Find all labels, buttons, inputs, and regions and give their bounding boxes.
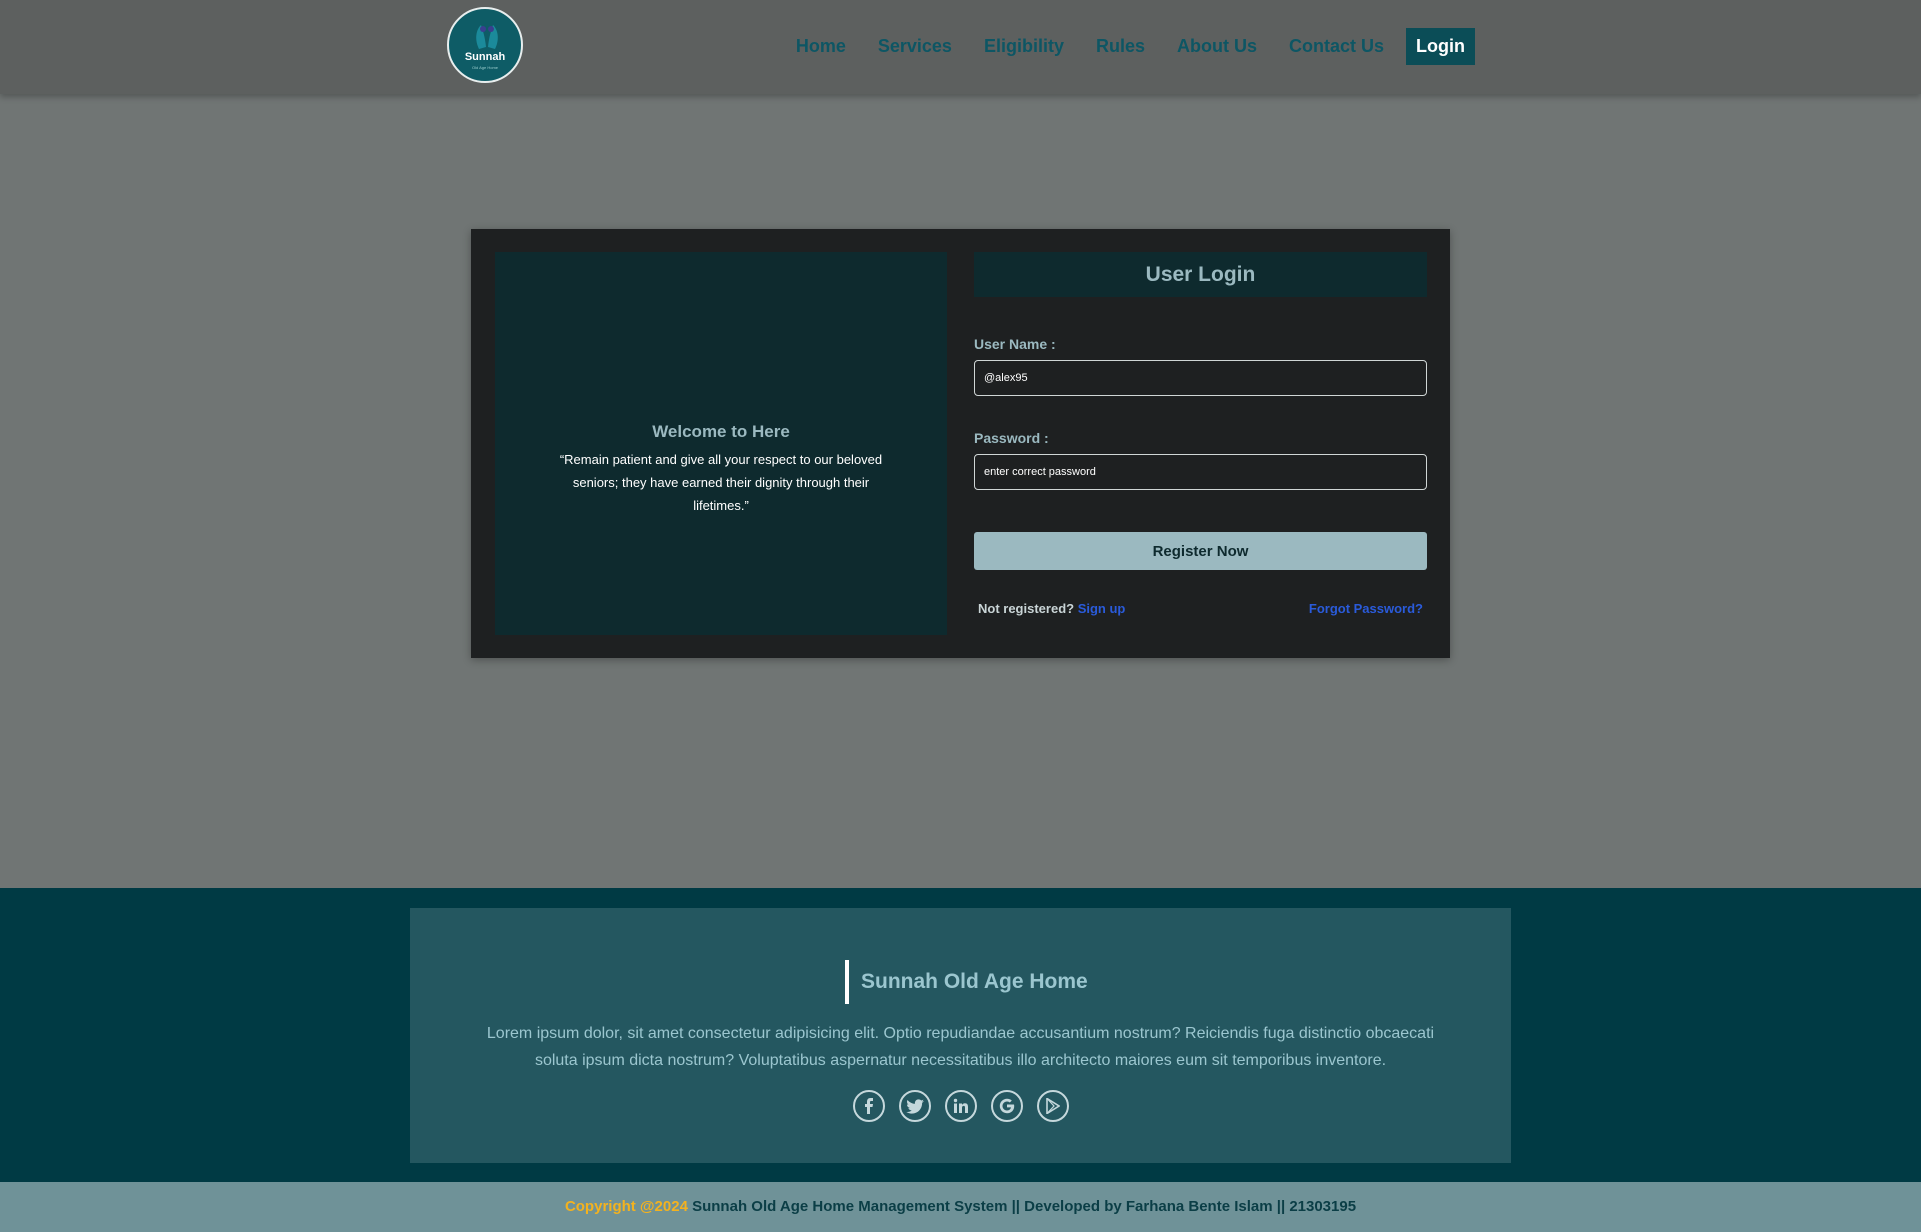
hands-logo-icon [476,25,498,49]
google-icon[interactable] [990,1090,1023,1122]
twitter-icon[interactable] [898,1090,931,1122]
username-label: User Name : [974,336,1056,352]
google-play-icon[interactable] [1036,1090,1069,1122]
nav-rules[interactable]: Rules [1096,36,1145,57]
register-now-button[interactable]: Register Now [974,532,1427,570]
copyright-year: Copyright @2024 [564,1198,688,1215]
copyright-bar: Copyright @2024 Sunnah Old Age Home Mana… [0,1182,1921,1232]
welcome-quote: “Remain patient and give all your respec… [559,452,883,513]
facebook-icon[interactable] [852,1090,885,1122]
footer: Sunnah Old Age Home Lorem ipsum dolor, s… [0,888,1921,1182]
brand-logo[interactable]: Sunnah Old Age Home [447,7,523,83]
logo-subtext: Old Age Home [471,65,498,70]
footer-title: Sunnah Old Age Home [845,960,1088,1004]
nav-login-button[interactable]: Login [1406,27,1475,65]
nav-eligibility[interactable]: Eligibility [984,36,1064,57]
nav-contact-us[interactable]: Contact Us [1289,36,1384,57]
login-bottom-links: Not registered? Sign up Forgot Password? [978,601,1423,616]
password-label: Password : [974,430,1049,446]
welcome-panel: Welcome to Here “Remain patient and give… [495,252,947,635]
footer-box: Sunnah Old Age Home Lorem ipsum dolor, s… [410,908,1511,1163]
nav-home[interactable]: Home [796,36,846,57]
linkedin-icon[interactable] [944,1090,977,1122]
footer-description: Lorem ipsum dolor, sit amet consectetur … [486,1025,1435,1069]
social-links [410,1090,1511,1122]
sign-up-link[interactable]: Sign up [1078,601,1126,616]
navbar: Sunnah Old Age Home Home Services Eligib… [0,0,1921,94]
logo-text: Sunnah [464,51,506,63]
copyright-text: Sunnah Old Age Home Management System ||… [687,1198,1357,1215]
login-form: User Login User Name : Password : Regist… [974,252,1427,616]
forgot-password-link[interactable]: Forgot Password? [1309,601,1423,616]
welcome-title: Welcome to Here [652,422,790,441]
username-input[interactable] [974,360,1427,396]
not-registered-text: Not registered? [978,601,1075,616]
nav-services[interactable]: Services [878,36,952,57]
login-card: Welcome to Here “Remain patient and give… [471,229,1450,658]
password-input[interactable] [974,454,1427,490]
login-form-title: User Login [974,252,1427,297]
nav-about-us[interactable]: About Us [1177,36,1257,57]
main-nav: Home Services Eligibility Rules About Us… [764,26,1475,66]
